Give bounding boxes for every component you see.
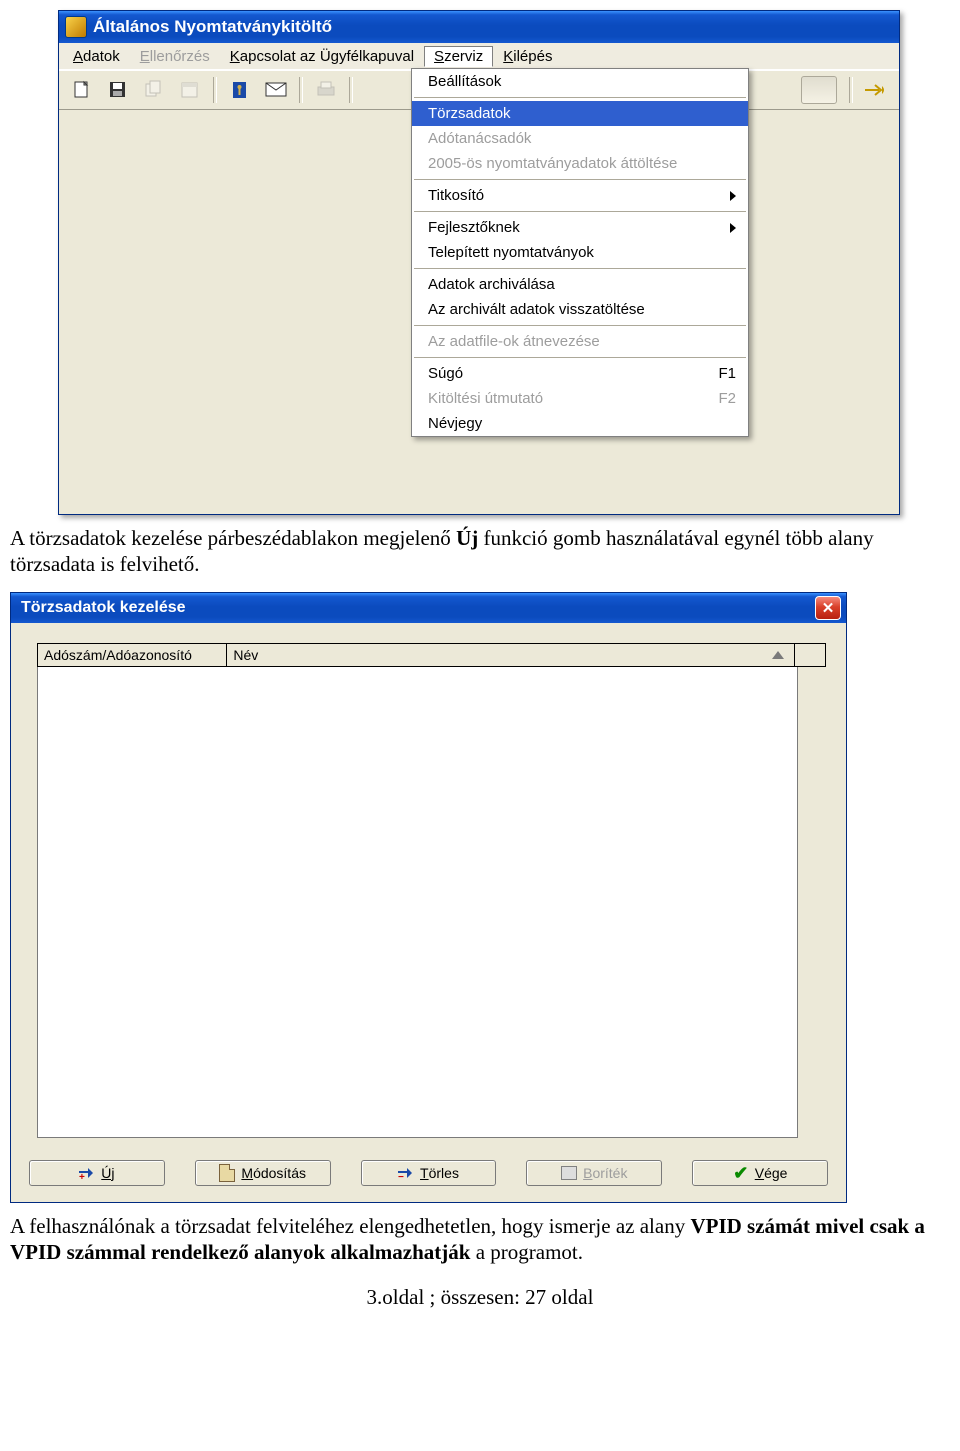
close-icon: ✕ [822,599,835,617]
menu-adatok[interactable]: Adatok [63,46,130,67]
print-icon [561,1165,577,1181]
shortcut-label: F1 [718,365,736,382]
vege-button[interactable]: ✔ Vége [692,1160,828,1186]
modositas-rest: ódosítás [253,1165,306,1181]
minus-icon: − [398,1165,414,1181]
tool-mail-icon[interactable] [259,75,293,105]
window-title: Általános Nyomtatványkitöltő [93,17,332,37]
dialog-body: Adószám/Adóazonosító Név [11,623,846,1146]
menu-separator [414,179,746,180]
torles-button[interactable]: − Törles [361,1160,497,1186]
menu-torzsadatok[interactable]: Törzsadatok [412,101,748,126]
torles-rest: örles [429,1165,459,1181]
tool-new-icon[interactable] [65,75,99,105]
svg-text:+: + [79,1172,85,1180]
vege-rest: ége [764,1165,787,1181]
shortcut-label: F2 [718,390,736,407]
menu-kilepes[interactable]: Kilépés [493,46,562,67]
close-button[interactable]: ✕ [815,596,841,620]
titlebar: Általános Nyomtatványkitöltő [59,11,899,43]
menu-separator [414,97,746,98]
check-icon: ✔ [733,1165,749,1181]
dialog-buttons: + Új Módosítás − Törles Boríték ✔ Vége [11,1146,846,1202]
app-icon [65,16,87,38]
tool-print-icon [309,75,343,105]
menu-separator [414,268,746,269]
svg-text:−: − [398,1172,404,1180]
toolbar-separator [213,77,217,103]
tool-hand-icon[interactable] [859,75,893,105]
menu-archivalas[interactable]: Adatok archiválása [412,272,748,297]
menu-nevjegy[interactable]: Névjegy [412,411,748,436]
szerviz-dropdown: Beállítások Törzsadatok Adótanácsadók 20… [411,68,749,437]
paragraph-1: A törzsadatok kezelése párbeszédablakon … [10,525,950,578]
toolbar-separator [849,77,853,103]
boritek-button: Boríték [526,1160,662,1186]
menu-attoltes: 2005-ös nyomtatványadatok áttöltése [412,151,748,176]
menu-utmutato: Kitöltési útmutatóF2 [412,386,748,411]
col-nev[interactable]: Név [226,643,795,667]
torzsadatok-dialog: Törzsadatok kezelése ✕ Adószám/Adóazonos… [10,592,847,1203]
col-adoszam[interactable]: Adószám/Adóazonosító [37,643,226,667]
menu-kapcsolat[interactable]: Kapcsolat az Ügyfélkapuval [220,46,424,67]
menu-separator [414,325,746,326]
table-body[interactable] [37,667,798,1138]
menu-visszatoltes[interactable]: Az archivált adatok visszatöltése [412,297,748,322]
submenu-arrow-icon [730,191,736,201]
toolbar-separator [299,77,303,103]
col-scroll-stub [795,643,826,667]
menu-titkosito[interactable]: Titkosító [412,183,748,208]
page-footer: 3.oldal ; összesen: 27 oldal [10,1285,950,1310]
menu-szerviz[interactable]: Szerviz [424,46,493,67]
edit-doc-icon [219,1165,235,1181]
dialog-titlebar: Törzsadatok kezelése ✕ [11,593,846,623]
menu-ellenorzes[interactable]: Ellenőrzés [130,46,220,67]
tool-copy-icon [137,75,171,105]
sort-asc-icon [772,651,784,659]
menu-separator [414,357,746,358]
menu-fejlesztoknek[interactable]: Fejlesztőknek [412,215,748,240]
paragraph-2: A felhasználónak a törzsadat felviteléhe… [10,1213,950,1266]
toolbar-separator [349,77,353,103]
submenu-arrow-icon [730,223,736,233]
app-window: Általános Nyomtatványkitöltő Adatok Elle… [58,10,900,515]
tool-key-icon[interactable] [223,75,257,105]
table-header: Adószám/Adóazonosító Név [37,643,826,667]
dialog-title: Törzsadatok kezelése [21,599,186,617]
modositas-button[interactable]: Módosítás [195,1160,331,1186]
tool-save-icon[interactable] [101,75,135,105]
uj-button[interactable]: + Új [29,1160,165,1186]
menubar: Adatok Ellenőrzés Kapcsolat az Ügyfélkap… [59,43,899,70]
menu-beallitasok[interactable]: Beállítások [412,69,748,94]
tool-calendar-icon [173,75,207,105]
menu-telepitett[interactable]: Telepített nyomtatványok [412,240,748,265]
plus-icon: + [79,1165,95,1181]
menu-separator [414,211,746,212]
menu-sugo[interactable]: SúgóF1 [412,361,748,386]
status-indicator [801,76,837,104]
menu-atnevezes: Az adatfile-ok átnevezése [412,329,748,354]
menu-adotanacsadok: Adótanácsadók [412,126,748,151]
boritek-rest: oríték [592,1165,627,1181]
